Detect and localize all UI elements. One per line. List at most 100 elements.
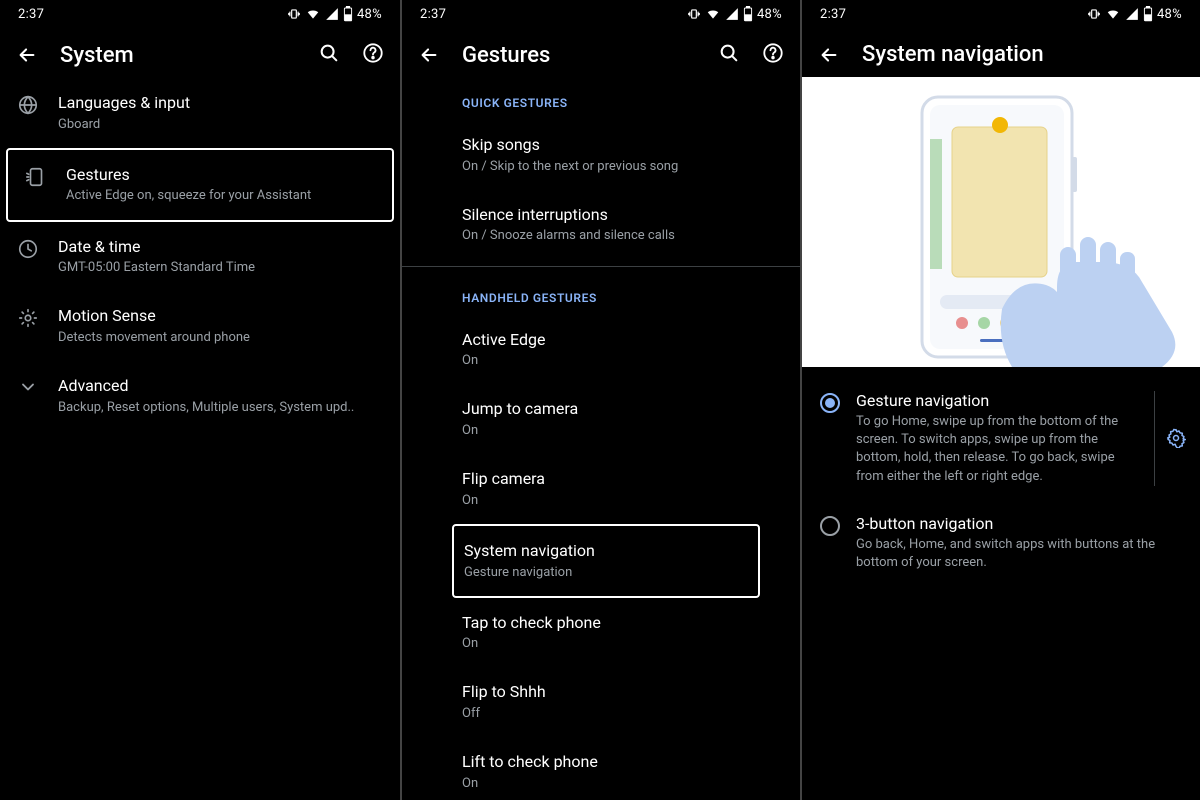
highlight-system-navigation: System navigation Gesture navigation <box>452 524 760 598</box>
signal-icon <box>325 7 339 21</box>
row-subtitle: On <box>462 492 782 510</box>
row-date-time[interactable]: Date & time GMT-05:00 Eastern Standard T… <box>0 222 400 292</box>
status-bar: 2:37 48% <box>402 0 800 28</box>
row-subtitle: Backup, Reset options, Multiple users, S… <box>58 399 382 417</box>
option-title: 3-button navigation <box>856 514 1186 533</box>
row-title: System navigation <box>464 540 740 562</box>
page-title: System navigation <box>862 42 1184 67</box>
row-subtitle: On <box>462 635 782 653</box>
screen-system: 2:37 48% System <box>0 0 400 800</box>
help-icon[interactable] <box>762 42 784 68</box>
battery-icon <box>743 6 753 22</box>
wifi-icon <box>705 7 721 21</box>
row-title: Advanced <box>58 375 382 397</box>
battery-percent: 48% <box>757 7 782 22</box>
navigation-options: Gesture navigation To go Home, swipe up … <box>802 367 1200 596</box>
gestures-list: QUICK GESTURES Skip songs On / Skip to t… <box>402 78 800 800</box>
chevron-down-icon <box>14 375 42 397</box>
row-motion-sense[interactable]: Motion Sense Detects movement around pho… <box>0 291 400 361</box>
help-icon[interactable] <box>362 42 384 68</box>
globe-icon <box>14 92 42 116</box>
row-subtitle: On / Snooze alarms and silence calls <box>462 227 782 245</box>
battery-icon <box>343 6 353 22</box>
option-gesture-navigation[interactable]: Gesture navigation To go Home, swipe up … <box>802 377 1200 500</box>
row-jump-to-camera[interactable]: Jump to camera On <box>402 384 800 454</box>
status-icons: 48% <box>1087 6 1182 22</box>
vibrate-icon <box>1087 7 1101 21</box>
signal-icon <box>1125 7 1139 21</box>
row-subtitle: On <box>462 352 782 370</box>
row-subtitle: On <box>462 775 782 793</box>
row-subtitle: Active Edge on, squeeze for your Assista… <box>66 187 374 205</box>
row-languages-input[interactable]: Languages & input Gboard <box>0 78 400 148</box>
option-3-button-navigation[interactable]: 3-button navigation Go back, Home, and s… <box>802 500 1200 586</box>
row-lift-to-check-phone[interactable]: Lift to check phone On <box>402 737 800 800</box>
row-active-edge[interactable]: Active Edge On <box>402 315 800 385</box>
back-button[interactable] <box>818 44 840 66</box>
section-handheld-gestures: HANDHELD GESTURES <box>402 273 800 315</box>
status-time: 2:37 <box>820 7 846 22</box>
option-subtitle: To go Home, swipe up from the bottom of … <box>856 413 1136 486</box>
gesture-icon <box>22 164 50 188</box>
title-bar: System navigation <box>802 28 1200 77</box>
row-title: Date & time <box>58 236 382 258</box>
screen-system-navigation: 2:37 48% System navigation <box>800 0 1200 800</box>
option-subtitle: Go back, Home, and switch apps with butt… <box>856 536 1186 572</box>
row-subtitle: Gesture navigation <box>464 564 740 582</box>
radio-selected-icon <box>816 391 844 413</box>
vibrate-icon <box>687 7 701 21</box>
row-title: Gestures <box>66 164 374 186</box>
motion-sense-icon <box>14 305 42 329</box>
row-title: Flip camera <box>462 468 782 490</box>
battery-percent: 48% <box>1157 7 1182 22</box>
row-silence-interruptions[interactable]: Silence interruptions On / Snooze alarms… <box>402 190 800 260</box>
settings-list: Languages & input Gboard Gestures Active… <box>0 78 400 441</box>
row-subtitle: Off <box>462 705 782 723</box>
page-title: System <box>60 43 296 68</box>
status-bar: 2:37 48% <box>0 0 400 28</box>
row-subtitle: GMT-05:00 Eastern Standard Time <box>58 259 382 277</box>
row-title: Languages & input <box>58 92 382 114</box>
row-advanced[interactable]: Advanced Backup, Reset options, Multiple… <box>0 361 400 431</box>
title-bar: System <box>0 28 400 78</box>
status-time: 2:37 <box>420 7 446 22</box>
screen-gestures: 2:37 48% Gestures <box>400 0 800 800</box>
gesture-illustration <box>802 77 1200 367</box>
status-bar: 2:37 48% <box>802 0 1200 28</box>
section-quick-gestures: QUICK GESTURES <box>402 78 800 120</box>
row-title: Lift to check phone <box>462 751 782 773</box>
row-flip-to-shhh[interactable]: Flip to Shhh Off <box>402 667 800 737</box>
row-title: Silence interruptions <box>462 204 782 226</box>
battery-percent: 48% <box>357 7 382 22</box>
row-title: Motion Sense <box>58 305 382 327</box>
row-skip-songs[interactable]: Skip songs On / Skip to the next or prev… <box>402 120 800 190</box>
signal-icon <box>725 7 739 21</box>
row-subtitle: Gboard <box>58 116 382 134</box>
radio-unselected-icon <box>816 514 844 536</box>
row-title: Tap to check phone <box>462 612 782 634</box>
row-title: Active Edge <box>462 329 782 351</box>
search-icon[interactable] <box>718 42 740 68</box>
search-icon[interactable] <box>318 42 340 68</box>
battery-icon <box>1143 6 1153 22</box>
row-title: Jump to camera <box>462 398 782 420</box>
page-title: Gestures <box>462 43 696 68</box>
highlight-gestures: Gestures Active Edge on, squeeze for you… <box>6 148 394 222</box>
row-subtitle: On <box>462 422 782 440</box>
row-gestures[interactable]: Gestures Active Edge on, squeeze for you… <box>8 150 392 220</box>
title-bar: Gestures <box>402 28 800 78</box>
row-flip-camera[interactable]: Flip camera On <box>402 454 800 524</box>
divider <box>402 266 800 267</box>
back-button[interactable] <box>16 44 38 66</box>
back-button[interactable] <box>418 44 440 66</box>
row-tap-to-check-phone[interactable]: Tap to check phone On <box>402 598 800 668</box>
row-system-navigation[interactable]: System navigation Gesture navigation <box>454 526 758 596</box>
status-icons: 48% <box>287 6 382 22</box>
status-icons: 48% <box>687 6 782 22</box>
row-subtitle: On / Skip to the next or previous song <box>462 158 782 176</box>
gesture-nav-settings-button[interactable] <box>1154 391 1186 486</box>
status-time: 2:37 <box>18 7 44 22</box>
row-title: Skip songs <box>462 134 782 156</box>
wifi-icon <box>1105 7 1121 21</box>
row-subtitle: Detects movement around phone <box>58 329 382 347</box>
